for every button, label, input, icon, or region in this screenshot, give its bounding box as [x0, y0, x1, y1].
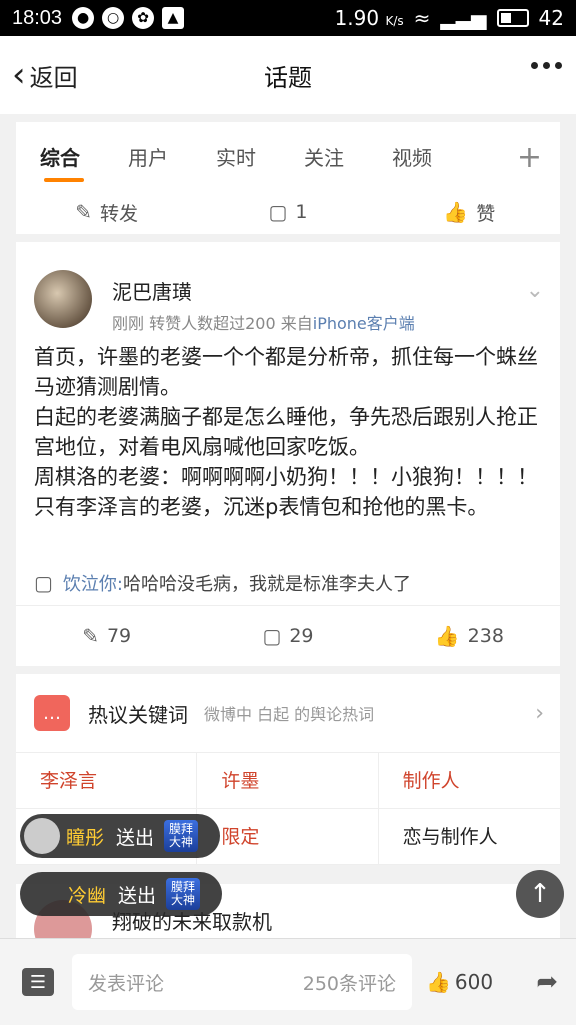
comment-placeholder: 发表评论	[88, 972, 165, 995]
battery-level: 42	[538, 6, 564, 30]
keyword-item[interactable]: 制作人	[378, 753, 560, 809]
keyword-item[interactable]: 李泽言	[16, 753, 198, 809]
notification-app-icon: ●	[72, 7, 95, 29]
like-total: 600	[454, 970, 494, 994]
repost-label: 转发	[100, 202, 139, 225]
back-button[interactable]: ‹ 返回	[12, 58, 78, 93]
tab-realtime[interactable]: 实时	[192, 122, 280, 190]
post-actions: ✎ 79 ▢ 29 👍 238	[16, 605, 560, 666]
avatar	[24, 818, 60, 854]
network-speed-unit: K/s	[385, 14, 404, 28]
back-label: 返回	[29, 63, 78, 92]
gift-badge-bottom: 大神	[169, 835, 194, 849]
notification-icons: ● ○ ✿ ▲	[72, 7, 185, 29]
tab-users[interactable]: 用户	[104, 122, 192, 190]
comment-username[interactable]: 饮泣你:	[63, 574, 123, 595]
hot-keywords-header[interactable]: … 热议关键词 微博中 白起 的舆论热词 ›	[16, 674, 560, 753]
chevron-left-icon: ‹	[12, 55, 26, 95]
add-tab-icon[interactable]: +	[517, 140, 542, 175]
post-source[interactable]: iPhone客户端	[313, 314, 415, 333]
post-content: 首页，许墨的老婆一个个都是分析帝，抓住每一个蛛丝马迹猜测剧情。 白起的老婆满脑子…	[34, 345, 538, 519]
arrow-up-icon: ↑	[529, 879, 551, 909]
share-icon[interactable]: ➦	[536, 967, 558, 997]
tab-video[interactable]: 视频	[368, 122, 456, 190]
gift-toast: 瞳彤 送出 膜拜 大神	[20, 814, 221, 858]
hot-keywords-title: 热议关键词	[88, 702, 188, 727]
thumbs-up-icon: 👍	[434, 624, 460, 648]
bottom-bar: ☰ 发表评论 250条评论 👍 600 ➦	[0, 938, 576, 1025]
comment-text: 哈哈哈没毛病，我就是标准李夫人了	[122, 574, 411, 595]
comment-button[interactable]: ▢ 1	[197, 200, 378, 224]
gift-action: 送出	[116, 826, 155, 849]
gift-badge-bottom: 大神	[171, 893, 196, 907]
post-meta: 刚刚 转赞人数超过200 来自iPhone客户端	[112, 310, 415, 334]
gift-sender: 瞳彤	[66, 826, 105, 849]
comment-button[interactable]: ▢ 29	[197, 624, 378, 648]
like-label: 赞	[476, 202, 496, 225]
avatar[interactable]	[34, 270, 92, 328]
image-icon: ▲	[162, 7, 185, 29]
post-username[interactable]: 泥巴唐璜	[112, 276, 192, 305]
keyword-item[interactable]: 恋与制作人	[378, 809, 560, 865]
repost-count: 79	[106, 625, 132, 647]
network-speed-value: 1.90	[334, 6, 380, 30]
repost-button[interactable]: ✎ 79	[16, 624, 197, 648]
post-card: 泥巴唐璜 刚刚 转赞人数超过200 来自iPhone客户端 ⌄ 首页，许墨的老婆…	[16, 242, 560, 666]
page-title: 话题	[264, 63, 312, 92]
thumbs-up-icon: 👍	[426, 970, 451, 994]
signal-icon: ▂▃▅	[440, 6, 487, 30]
message-icon: ○	[102, 7, 125, 29]
comment-icon: ▢	[34, 571, 53, 595]
scroll-to-top-button[interactable]: ↑	[516, 870, 564, 918]
status-right: 1.90 K/s ≈ ▂▃▅ 42	[335, 6, 564, 30]
like-button[interactable]: 👍 238	[379, 624, 560, 648]
status-time: 18:03	[12, 6, 63, 29]
repost-icon: ✎	[75, 200, 93, 224]
comment-input[interactable]: 发表评论 250条评论	[72, 954, 412, 1010]
repost-icon: ✎	[82, 624, 99, 648]
comment-count: 1	[295, 201, 308, 223]
like-count: 238	[467, 625, 504, 647]
gift-badge-top: 膜拜	[171, 880, 196, 894]
chevron-right-icon: ›	[535, 700, 544, 726]
wifi-icon: ≈	[413, 6, 431, 30]
gift-badge-top: 膜拜	[169, 822, 194, 836]
chevron-down-icon[interactable]: ⌄	[526, 278, 544, 303]
tab-all[interactable]: 综合	[16, 122, 104, 190]
hot-keywords-subtitle: 微博中 白起 的舆论热词	[204, 705, 375, 724]
gift-sender: 冷幽	[68, 884, 107, 907]
network-speed: 1.90 K/s	[335, 6, 404, 30]
tab-bar: 综合 用户 实时 关注 视频 +	[16, 122, 560, 191]
more-icon[interactable]	[531, 62, 562, 69]
menu-icon[interactable]: ☰	[22, 968, 54, 996]
chat-bubble-icon: …	[34, 695, 70, 731]
comment-count: 29	[289, 625, 314, 647]
nav-bar: ‹ 返回 话题	[0, 36, 576, 114]
gift-action: 送出	[118, 884, 157, 907]
gift-badge: 膜拜 大神	[164, 820, 199, 852]
keyword-item[interactable]: 限定	[197, 809, 379, 865]
repost-button[interactable]: ✎ 转发	[16, 199, 197, 226]
post-time: 刚刚 转赞人数超过200	[112, 314, 276, 333]
gift-toast: 冷幽 送出 膜拜 大神	[20, 872, 223, 916]
tab-follow[interactable]: 关注	[280, 122, 368, 190]
comment-icon: ▢	[262, 624, 282, 648]
status-bar: 18:03 ● ○ ✿ ▲ 1.90 K/s ≈ ▂▃▅ 42	[0, 0, 576, 36]
prev-post-actions: ✎ 转发 ▢ 1 👍 赞	[16, 190, 560, 234]
paw-icon: ✿	[132, 7, 155, 29]
like-button[interactable]: 👍 赞	[379, 199, 560, 226]
gift-badge: 膜拜 大神	[166, 878, 201, 910]
comment-total: 250条评论	[302, 972, 396, 995]
thumbs-up-icon: 👍	[443, 200, 469, 224]
like-button[interactable]: 👍 600	[426, 970, 493, 994]
post-source-prefix: 来自	[280, 314, 313, 333]
featured-comment[interactable]: ▢ 饮泣你:哈哈哈没毛病，我就是标准李夫人了	[34, 570, 411, 596]
comment-icon: ▢	[268, 200, 288, 224]
keyword-item[interactable]: 许墨	[197, 753, 379, 809]
battery-icon	[496, 9, 529, 27]
